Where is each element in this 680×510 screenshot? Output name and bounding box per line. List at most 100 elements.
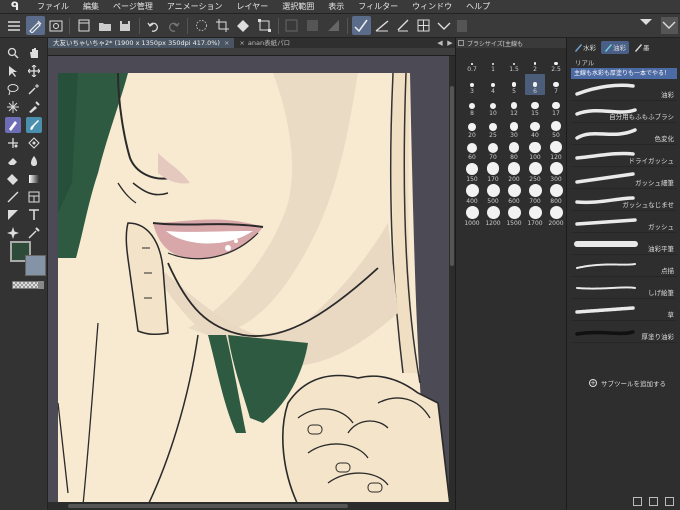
loading-spinner-icon[interactable] bbox=[192, 16, 211, 35]
open-file-icon[interactable] bbox=[95, 16, 114, 35]
fill-icon[interactable] bbox=[5, 171, 21, 187]
correct-line-icon[interactable] bbox=[26, 225, 42, 241]
brush-size-cell[interactable]: 150 bbox=[462, 162, 482, 183]
brush-size-cell[interactable]: 25 bbox=[483, 118, 503, 139]
gradient-icon[interactable] bbox=[26, 171, 42, 187]
gradient-layer-icon[interactable] bbox=[324, 16, 343, 35]
horizontal-scrollbar[interactable] bbox=[48, 502, 455, 510]
brush-size-cell[interactable]: 50 bbox=[546, 118, 566, 139]
brush-size-cell[interactable]: 800 bbox=[546, 184, 566, 205]
brush-icon[interactable] bbox=[25, 117, 42, 133]
brush-size-cell[interactable]: 1700 bbox=[525, 206, 545, 227]
subtool-item[interactable]: 油彩平筆 bbox=[571, 233, 677, 255]
brush-size-cell[interactable]: 2.5 bbox=[546, 52, 566, 73]
figure-icon[interactable] bbox=[5, 189, 21, 205]
brush-size-cell[interactable]: 60 bbox=[462, 140, 482, 161]
auto-select-icon[interactable] bbox=[26, 81, 42, 97]
lasso-icon[interactable] bbox=[5, 81, 21, 97]
panel-collapse-icon[interactable] bbox=[458, 40, 464, 46]
transform-icon[interactable] bbox=[255, 16, 274, 35]
hand-icon[interactable] bbox=[26, 45, 42, 61]
undo-icon[interactable] bbox=[144, 16, 163, 35]
crop-icon[interactable] bbox=[213, 16, 232, 35]
brush-size-cell[interactable]: 2000 bbox=[546, 206, 566, 227]
subtool-selected-item[interactable]: 主線も水彩も厚塗りも一本でやる！ bbox=[571, 68, 677, 79]
magic-wand-icon[interactable] bbox=[5, 99, 21, 115]
brush-size-cell[interactable]: 700 bbox=[525, 184, 545, 205]
subtool-item[interactable]: 油彩 bbox=[571, 79, 677, 101]
menu-selection[interactable]: 選択範囲 bbox=[275, 1, 321, 12]
brush-size-cell[interactable]: 500 bbox=[483, 184, 503, 205]
brush-size-cell[interactable]: 1000 bbox=[462, 206, 482, 227]
brush-size-cell[interactable]: 1200 bbox=[483, 206, 503, 227]
brush-size-cell[interactable]: 3 bbox=[462, 74, 482, 95]
duplicate-icon[interactable] bbox=[649, 497, 658, 506]
subtool-item[interactable]: しげ絵筆 bbox=[571, 277, 677, 299]
subtool-item[interactable]: 厚塗り油彩 bbox=[571, 321, 677, 343]
menu-view[interactable]: 表示 bbox=[321, 1, 351, 12]
move-layer-icon[interactable] bbox=[26, 63, 42, 79]
tab-anan-document[interactable]: × anan表紙パロ bbox=[234, 38, 295, 48]
menu-help[interactable]: ヘルプ bbox=[459, 1, 497, 12]
clear-layer-icon[interactable] bbox=[283, 16, 302, 35]
zoom-icon[interactable] bbox=[5, 45, 21, 61]
brush-size-cell[interactable]: 6 bbox=[525, 74, 545, 95]
eraser-icon[interactable] bbox=[5, 153, 21, 169]
brush-size-cell[interactable]: 1 bbox=[483, 52, 503, 73]
tab-watercolor[interactable]: 水彩 bbox=[571, 41, 599, 54]
brush-size-cell[interactable]: 70 bbox=[483, 140, 503, 161]
sub-color-swatch[interactable] bbox=[25, 255, 46, 276]
brush-size-cell[interactable]: 5 bbox=[504, 74, 524, 95]
app-logo[interactable]: ᑫ bbox=[0, 0, 30, 13]
grid-snap-icon[interactable] bbox=[414, 16, 433, 35]
artwork[interactable] bbox=[58, 73, 450, 502]
airbrush-icon[interactable] bbox=[26, 135, 42, 151]
canvas-area[interactable] bbox=[48, 56, 455, 502]
ruler-icon[interactable] bbox=[5, 207, 21, 223]
subtool-item[interactable]: ガッシュ細筆 bbox=[571, 167, 677, 189]
menu-filter[interactable]: フィルター bbox=[351, 1, 405, 12]
brush-size-cell[interactable]: 170 bbox=[483, 162, 503, 183]
tab-next-icon[interactable]: ▶ bbox=[445, 38, 455, 48]
close-icon[interactable]: × bbox=[224, 38, 229, 48]
brush-size-cell[interactable]: 30 bbox=[504, 118, 524, 139]
fill-bucket-icon[interactable] bbox=[234, 16, 253, 35]
subtool-item[interactable]: 点描 bbox=[571, 255, 677, 277]
text-icon[interactable] bbox=[26, 207, 42, 223]
brush-size-cell[interactable]: 200 bbox=[504, 162, 524, 183]
menu-window[interactable]: ウィンドウ bbox=[405, 1, 459, 12]
pen-tool-icon[interactable] bbox=[25, 16, 45, 35]
menu-edit[interactable]: 編集 bbox=[76, 1, 106, 12]
brush-size-cell[interactable]: 12 bbox=[504, 96, 524, 117]
stabilizer-icon[interactable] bbox=[351, 16, 371, 35]
brush-size-cell[interactable]: 15 bbox=[525, 96, 545, 117]
brush-size-cell[interactable]: 8 bbox=[462, 96, 482, 117]
brush-size-cell[interactable]: 300 bbox=[546, 162, 566, 183]
brush-size-cell[interactable]: 400 bbox=[462, 184, 482, 205]
subtool-item[interactable]: ガッシュ bbox=[571, 211, 677, 233]
brush-size-cell[interactable]: 100 bbox=[525, 140, 545, 161]
brush-size-cell[interactable]: 4 bbox=[483, 74, 503, 95]
new-canvas-icon[interactable] bbox=[74, 16, 93, 35]
brush-size-cell[interactable]: 1.5 bbox=[504, 52, 524, 73]
brush-size-cell[interactable]: 0.7 bbox=[462, 52, 482, 73]
redo-icon[interactable] bbox=[165, 16, 184, 35]
menu-layer[interactable]: レイヤー bbox=[230, 1, 276, 12]
pen-icon[interactable] bbox=[5, 117, 22, 133]
menu-animation[interactable]: アニメーション bbox=[160, 1, 230, 12]
brush-size-cell[interactable]: 250 bbox=[525, 162, 545, 183]
tab-oil[interactable]: 油彩 bbox=[601, 40, 629, 54]
close-icon[interactable]: × bbox=[239, 38, 244, 48]
blend-icon[interactable] bbox=[26, 153, 42, 169]
brush-size-cell[interactable]: 1500 bbox=[504, 206, 524, 227]
tab-ink[interactable]: 墨 bbox=[631, 41, 653, 54]
brush-size-cell[interactable]: 40 bbox=[525, 118, 545, 139]
decoration-icon[interactable] bbox=[5, 135, 21, 151]
brush-size-cell[interactable]: 2 bbox=[525, 52, 545, 73]
brush-size-cell[interactable]: 20 bbox=[462, 118, 482, 139]
ruler-snap-icon[interactable] bbox=[393, 16, 412, 35]
brush-size-cell[interactable]: 80 bbox=[504, 140, 524, 161]
subtool-item[interactable]: 草 bbox=[571, 299, 677, 321]
color-switch-icon[interactable] bbox=[38, 281, 44, 289]
fill-layer-icon[interactable] bbox=[303, 16, 322, 35]
